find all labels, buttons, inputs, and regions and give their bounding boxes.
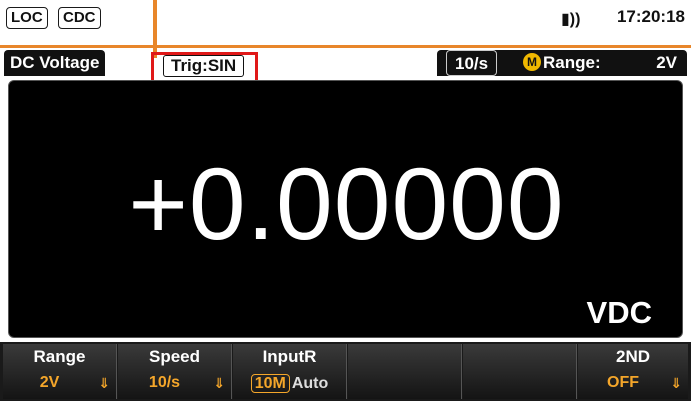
status-bar: LOC CDC ▮)) 17:20:18 xyxy=(0,0,691,34)
softkey-speed[interactable]: Speed 10/s ⇓ xyxy=(118,344,232,399)
option-selected: 10M xyxy=(250,374,290,393)
function-tab: DC Voltage xyxy=(4,50,106,76)
softkey-options: 10M Auto xyxy=(233,374,346,393)
option-unselected: Auto xyxy=(291,375,329,392)
clock: 17:20:18 xyxy=(616,7,685,26)
callout-highlight-box xyxy=(151,52,258,83)
measurement-info-tabs: 10/s M Range: 2V xyxy=(437,50,687,76)
softkey-value: 10/s xyxy=(148,374,181,391)
softkey-empty-5[interactable] xyxy=(463,344,577,399)
double-chevron-down-icon: ⇓ xyxy=(670,375,682,391)
manual-range-icon: M xyxy=(523,53,541,71)
softkey-empty-4[interactable] xyxy=(348,344,462,399)
local-mode-tag: LOC xyxy=(6,7,48,29)
speaker-icon: ▮)) xyxy=(561,11,581,28)
softkey-bar: Range 2V ⇓ Speed 10/s ⇓ InputR 10M Auto 2… xyxy=(0,342,691,401)
range-label: Range: xyxy=(543,53,601,72)
main-display: +0.00000 VDC xyxy=(8,80,683,338)
cdc-mode-tag: CDC xyxy=(58,7,101,29)
softkey-2nd[interactable]: 2ND OFF ⇓ xyxy=(578,344,688,399)
measurement-reading: +0.00000 xyxy=(128,147,565,261)
callout-line xyxy=(153,0,157,58)
sample-rate: 10/s xyxy=(446,50,498,76)
double-chevron-down-icon: ⇓ xyxy=(213,375,225,391)
range-value: 2V xyxy=(656,53,677,72)
softkey-label: Range xyxy=(33,347,86,366)
softkey-label: 2ND xyxy=(615,347,650,366)
measurement-unit: VDC xyxy=(586,295,652,330)
softkey-value: OFF xyxy=(607,374,639,391)
softkey-range[interactable]: Range 2V ⇓ xyxy=(3,344,117,399)
softkey-value: 2V xyxy=(39,374,60,391)
orange-divider xyxy=(0,45,691,48)
double-chevron-down-icon: ⇓ xyxy=(98,375,110,391)
softkey-input-resistance[interactable]: InputR 10M Auto xyxy=(233,344,347,399)
softkey-label: InputR xyxy=(262,347,317,366)
softkey-label: Speed xyxy=(148,347,201,366)
